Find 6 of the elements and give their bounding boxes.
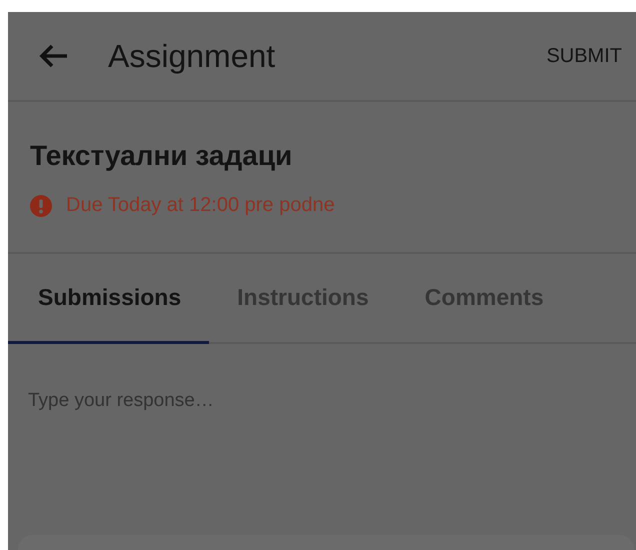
due-date: Due Today at 12:00 pre podne	[66, 194, 335, 217]
submit-button[interactable]: SUBMIT	[546, 44, 622, 68]
assignment-title: Текстуални задаци	[30, 140, 294, 172]
app-bar-title: Assignment	[108, 38, 276, 74]
back-arrow-icon	[39, 43, 69, 69]
tab[interactable]: Submissions	[8, 254, 210, 344]
